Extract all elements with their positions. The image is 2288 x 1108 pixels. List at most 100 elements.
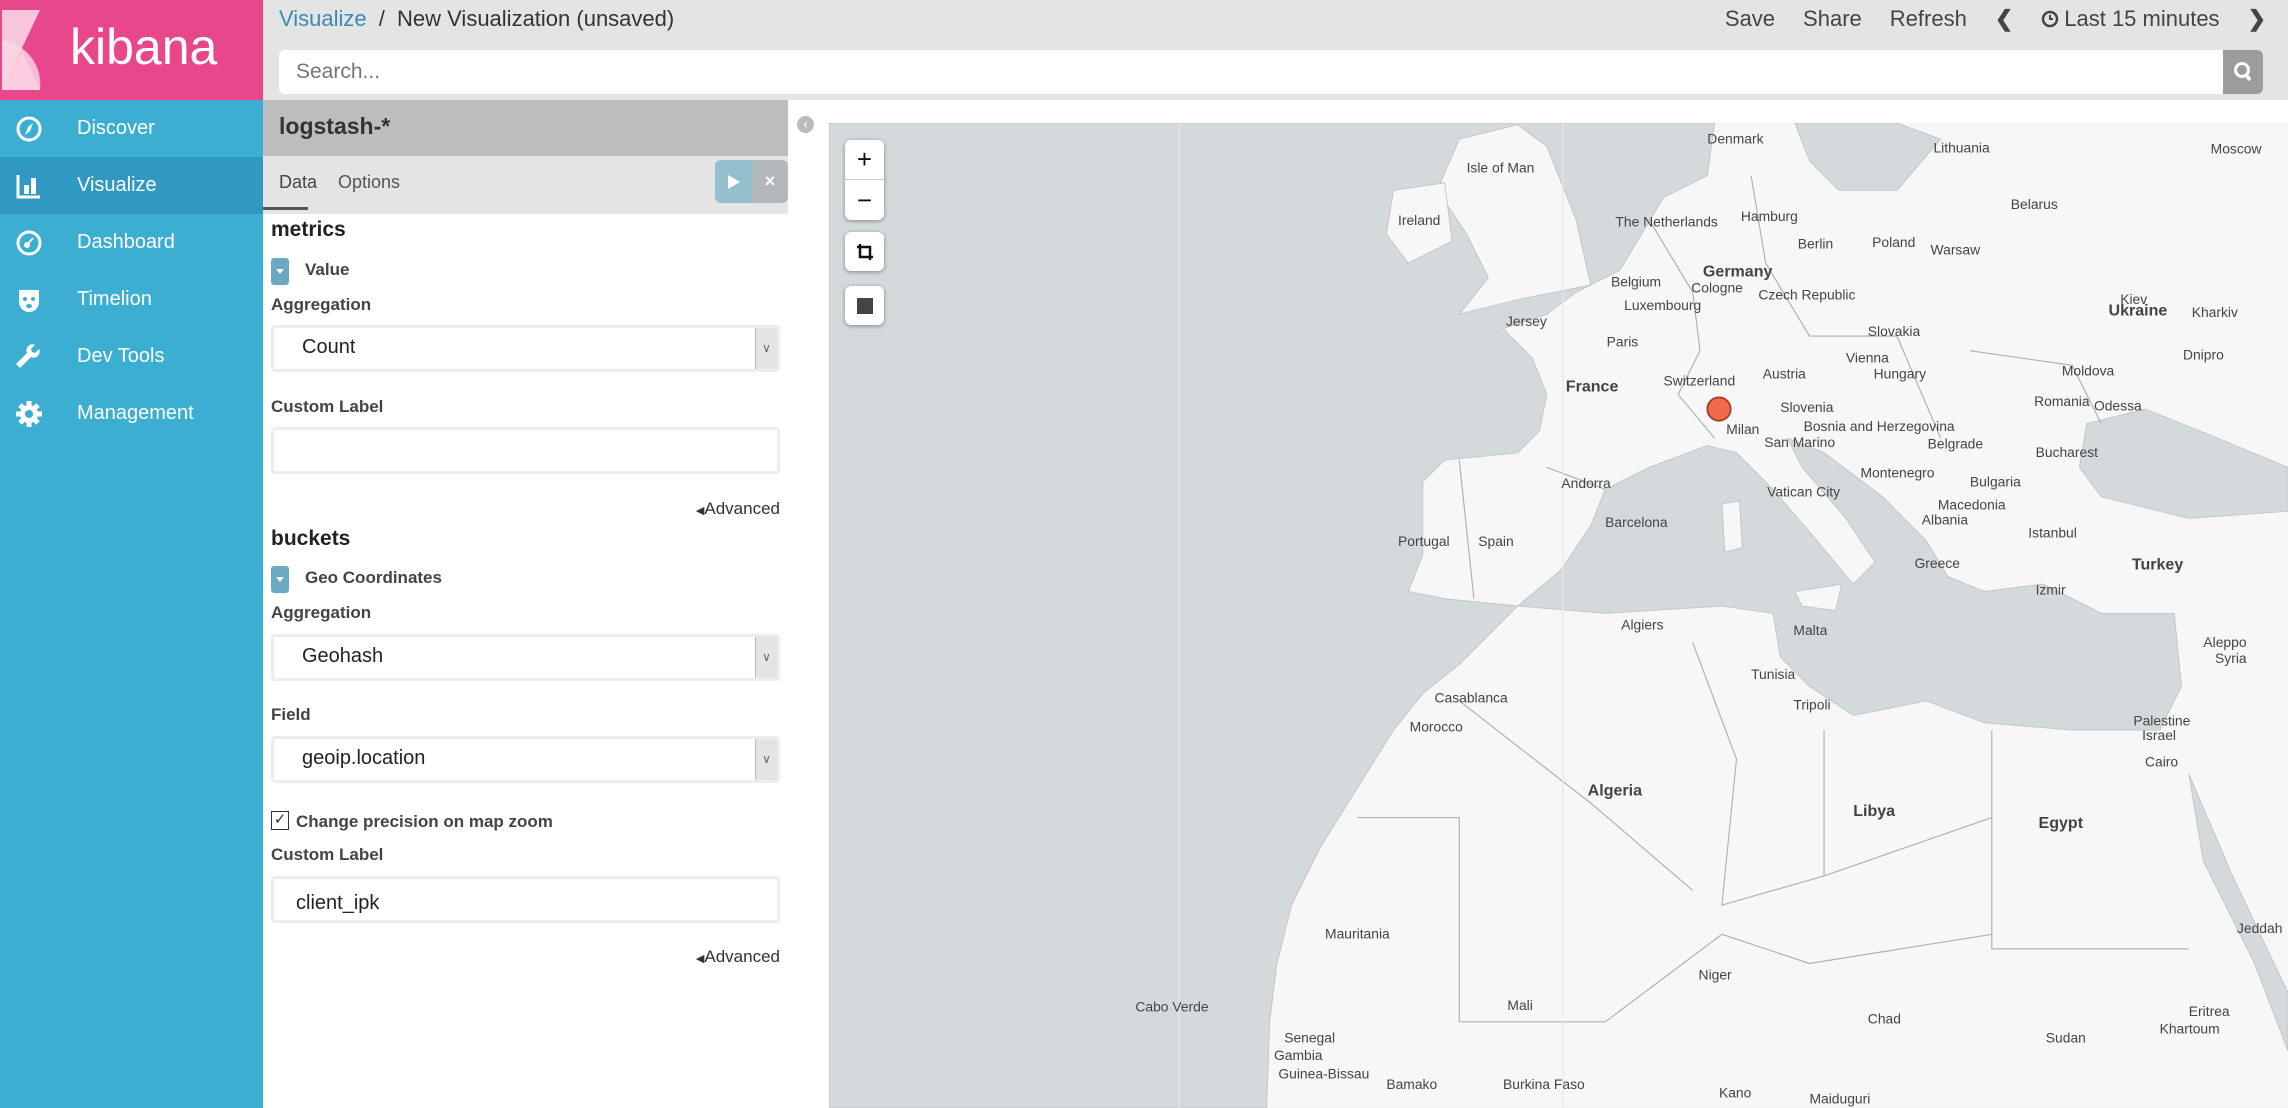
- time-forward-button[interactable]: ❯: [2248, 6, 2266, 32]
- sidebar-item-label: Visualize: [77, 174, 157, 196]
- map-label: Vatican City: [1767, 484, 1840, 500]
- fit-bounds-button[interactable]: [845, 232, 884, 271]
- map-label: Eritrea: [2189, 1003, 2230, 1019]
- sidebar-item-timelion[interactable]: Timelion: [0, 271, 263, 328]
- sidebar-item-dev-tools[interactable]: Dev Tools: [0, 328, 263, 385]
- map-label: Switzerland: [1664, 373, 1736, 389]
- map-label: San Marino: [1764, 434, 1835, 450]
- sidebar-item-visualize[interactable]: Visualize: [0, 157, 263, 214]
- map-label: Mali: [1507, 997, 1532, 1013]
- map-label: Belarus: [2011, 196, 2058, 212]
- map-label: Portugal: [1398, 533, 1450, 549]
- bucket-aggregation-value: Geohash: [302, 645, 384, 667]
- editor-tabs: Data Options: [263, 156, 788, 214]
- map-label: Bamako: [1386, 1076, 1437, 1092]
- compass-icon: [14, 114, 44, 144]
- square-icon: [856, 297, 873, 314]
- kibana-logo[interactable]: kibana: [0, 0, 263, 100]
- time-back-button[interactable]: ❮: [1995, 6, 2013, 32]
- search-input[interactable]: [279, 50, 2223, 94]
- map-label: Burkina Faso: [1503, 1076, 1585, 1092]
- map-label: Chad: [1868, 1010, 1901, 1026]
- map-label: Ireland: [1398, 212, 1440, 228]
- precision-label: Change precision on map zoom: [296, 812, 553, 831]
- map-label: Slovakia: [1868, 323, 1921, 339]
- zoom-in-button[interactable]: +: [845, 140, 884, 180]
- aggregation-label: Aggregation: [271, 603, 372, 622]
- map-label: Egypt: [2039, 814, 2084, 832]
- map-label: Montenegro: [1861, 465, 1935, 481]
- zoom-controls: + −: [845, 140, 884, 220]
- gear-icon: [14, 399, 44, 429]
- map-label: Casablanca: [1434, 689, 1507, 705]
- bucket-aggregation-select[interactable]: Geohash ∨: [271, 634, 780, 681]
- brand-name: kibana: [70, 19, 218, 75]
- breadcrumb-separator: /: [378, 6, 385, 31]
- bucket-custom-label-input[interactable]: [271, 876, 780, 923]
- map-label: Syria: [2215, 650, 2247, 666]
- kibana-logo-icon: [2, 10, 41, 90]
- map[interactable]: Denmark Lithuania Moscow Isle of Man Hamburg…: [829, 123, 2288, 1108]
- map-label: Istanbul: [2028, 524, 2077, 540]
- map-label: Hamburg: [1741, 208, 1798, 224]
- time-picker-button[interactable]: Last 15 minutes: [2041, 6, 2220, 32]
- map-label: Albania: [1922, 511, 1969, 527]
- map-label: Jeddah: [2237, 920, 2282, 936]
- map-label: Kano: [1719, 1085, 1752, 1101]
- sidebar-item-management[interactable]: Management: [0, 385, 263, 442]
- map-label: Bosnia and Herzegovina: [1804, 418, 1955, 434]
- sidebar-item-label: Dev Tools: [77, 345, 165, 367]
- map-label: Tripoli: [1793, 697, 1830, 713]
- chevron-right-icon: ❯: [2247, 6, 2266, 31]
- save-button[interactable]: Save: [1725, 6, 1775, 32]
- advanced-toggle-metrics[interactable]: ◀Advanced: [696, 499, 780, 519]
- sidebar-item-dashboard[interactable]: Dashboard: [0, 214, 263, 271]
- metric-aggregation-select[interactable]: Count ∨: [271, 325, 780, 372]
- field-select[interactable]: geoip.location ∨: [271, 736, 780, 783]
- precision-checkbox[interactable]: ✓: [271, 811, 289, 830]
- map-label: Bucharest: [2036, 444, 2099, 460]
- map-label: Gambia: [1274, 1047, 1323, 1063]
- map-label: Cologne: [1691, 279, 1743, 295]
- collapse-sidebar-button[interactable]: ‹: [797, 116, 814, 133]
- map-label: France: [1566, 378, 1619, 396]
- collapse-value-toggle[interactable]: [271, 258, 289, 285]
- map-label: Bulgaria: [1970, 473, 2021, 489]
- draw-rectangle-button[interactable]: [845, 286, 884, 325]
- map-label: Warsaw: [1931, 241, 1982, 257]
- discard-changes-button[interactable]: ×: [752, 160, 788, 203]
- advanced-toggle-buckets[interactable]: ◀Advanced: [696, 947, 780, 967]
- custom-label-label: Custom Label: [271, 397, 384, 416]
- map-label: Turkey: [2132, 556, 2183, 574]
- top-menu: Save Share Refresh ❮ Last 15 minutes ❯: [1725, 6, 2266, 32]
- map-label: Spain: [1478, 533, 1513, 549]
- geohash-marker[interactable]: [1706, 396, 1732, 422]
- search-icon: [2234, 62, 2252, 82]
- map-label: Tunisia: [1751, 666, 1795, 682]
- map-label: Mauritania: [1325, 926, 1390, 942]
- share-button[interactable]: Share: [1803, 6, 1862, 32]
- map-label: Vienna: [1846, 349, 1889, 365]
- map-label: Guinea-Bissau: [1278, 1066, 1369, 1082]
- tab-data[interactable]: Data: [279, 172, 317, 193]
- tab-options[interactable]: Options: [338, 172, 400, 193]
- sidebar-item-discover[interactable]: Discover: [0, 100, 263, 157]
- bucket-agg-title: Geo Coordinates: [305, 568, 442, 587]
- map-label: Dnipro: [2183, 346, 2224, 362]
- search-button[interactable]: [2223, 50, 2263, 94]
- metric-custom-label-input[interactable]: [271, 427, 780, 474]
- map-label: Berlin: [1798, 236, 1833, 252]
- map-label: Ukraine: [2109, 302, 2168, 320]
- metric-aggregation-value: Count: [302, 336, 356, 358]
- breadcrumb: Visualize / New Visualization (unsaved): [279, 6, 674, 32]
- map-label: Niger: [1699, 967, 1733, 983]
- apply-changes-button[interactable]: [715, 160, 752, 203]
- collapse-geo-toggle[interactable]: [271, 566, 289, 593]
- breadcrumb-visualize-link[interactable]: Visualize: [279, 6, 367, 31]
- play-icon: [727, 174, 740, 189]
- map-label: Cairo: [2145, 754, 2178, 770]
- map-label: Senegal: [1284, 1029, 1335, 1045]
- map-label: Austria: [1763, 365, 1806, 381]
- zoom-out-button[interactable]: −: [845, 180, 884, 220]
- refresh-button[interactable]: Refresh: [1890, 6, 1967, 32]
